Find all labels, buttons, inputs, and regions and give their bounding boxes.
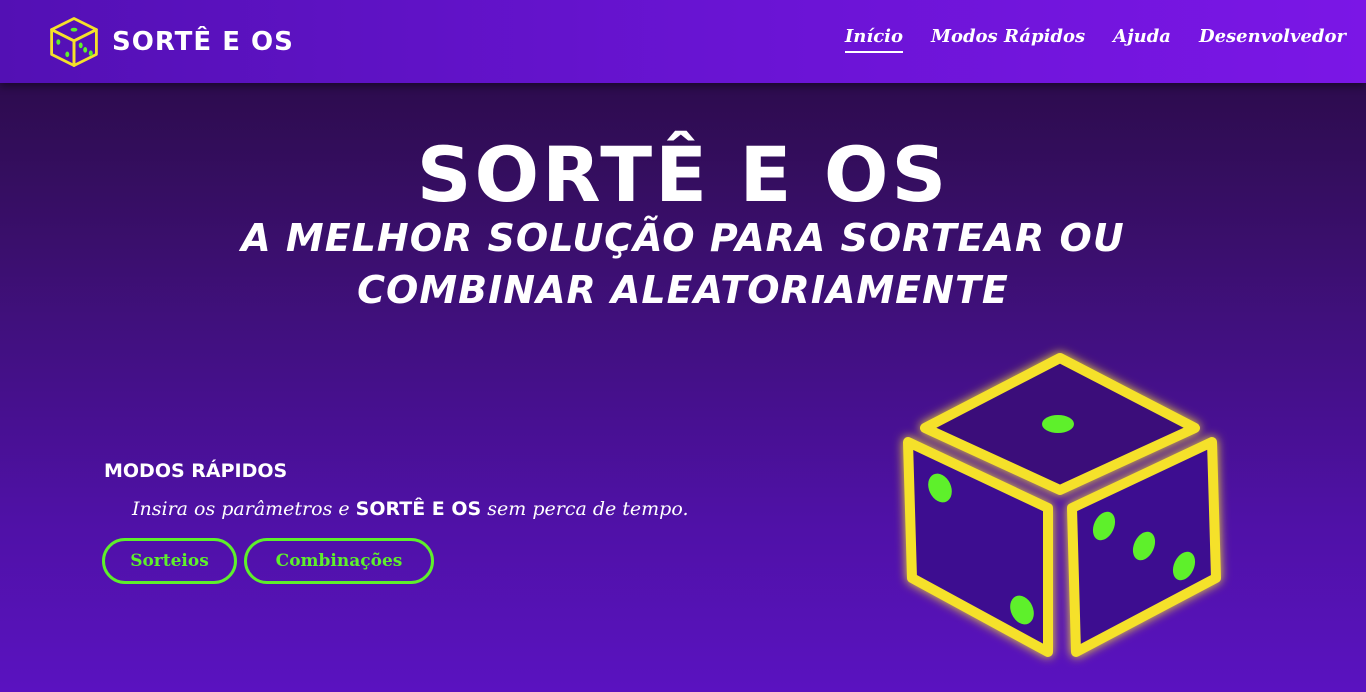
hero-subtitle: A MELHOR SOLUÇÃO PARA SORTEAR OU COMBINA… [241, 216, 1125, 312]
sorteios-button[interactable]: Sorteios [102, 538, 237, 584]
quick-modes-desc-after: sem perca de tempo. [481, 498, 689, 520]
nav-link-inicio[interactable]: Início [844, 26, 904, 53]
quick-modes-desc-brand: SORTÊ E OS [355, 498, 482, 520]
nav-link-modos-rapidos[interactable]: Modos Rápidos [931, 26, 1085, 53]
nav-link-ajuda[interactable]: Ajuda [1113, 26, 1171, 53]
dice-illustration-icon [903, 353, 1221, 657]
quick-modes-heading: MODOS RÁPIDOS [104, 460, 288, 482]
top-navbar: SORTÊ E OS Início Modos Rápidos Ajuda De… [0, 0, 1366, 83]
hero-title: SORTÊ E OS [416, 130, 950, 219]
brand-name: SORTÊ E OS [112, 27, 294, 57]
dice-logo-icon [50, 17, 98, 67]
nav-link-desenvolvedor[interactable]: Desenvolvedor [1199, 26, 1346, 53]
quick-modes-desc-before: Insira os parâmetros e [132, 498, 356, 520]
quick-modes-description: Insira os parâmetros e SORTÊ E OS sem pe… [132, 498, 689, 520]
combinacoes-button[interactable]: Combinações [244, 538, 434, 584]
brand-link[interactable]: SORTÊ E OS [46, 14, 294, 70]
main-nav: Início Modos Rápidos Ajuda Desenvolvedor [844, 26, 1346, 53]
